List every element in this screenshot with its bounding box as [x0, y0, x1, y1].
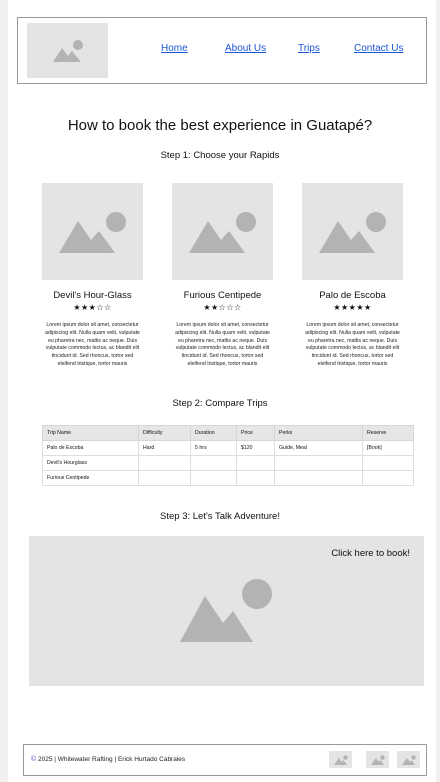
table-cell	[138, 470, 191, 486]
nav-home-link[interactable]: Home	[161, 43, 188, 54]
table-cell	[190, 470, 237, 486]
card-title: Furious Centipede	[183, 290, 262, 301]
nav-about-link[interactable]: About Us	[225, 43, 266, 54]
card-image	[302, 183, 403, 280]
site-header: Home About Us Trips Contact Us	[17, 17, 427, 84]
nav-trips-link[interactable]: Trips	[298, 43, 320, 54]
star-rating: ★★★☆☆	[73, 303, 112, 312]
image-placeholder-icon	[188, 211, 256, 253]
book-link[interactable]: [Book]	[362, 440, 414, 456]
banner-image	[179, 579, 275, 648]
star-rating: ★★☆☆☆	[203, 303, 242, 312]
table-cell: Devil's Hourglass	[42, 455, 139, 471]
column-header: Reserve	[362, 425, 414, 441]
card-image	[172, 183, 273, 280]
table-cell: 5 hrs	[190, 440, 237, 456]
image-placeholder-icon	[318, 211, 386, 253]
social-link[interactable]	[397, 751, 420, 768]
image-placeholder-icon	[58, 211, 126, 253]
table-row: Palo de Escoba Hard 5 hrs $120 Guide, Me…	[42, 440, 414, 456]
column-header: Price	[236, 425, 275, 441]
table-row: Furious Centipede	[42, 470, 414, 486]
table-cell: Guide, Meal	[274, 440, 363, 456]
rapid-card[interactable]: Furious Centipede ★★☆☆☆ Lorem ipsum dolo…	[172, 183, 273, 369]
table-row: Devil's Hourglass	[42, 455, 414, 471]
nav-contact-link[interactable]: Contact Us	[354, 43, 403, 54]
table-cell	[138, 455, 191, 471]
image-placeholder-icon	[370, 754, 385, 765]
site-footer: © 2025 | Whitewater Rafting | Erick Hurt…	[23, 744, 427, 776]
card-image	[42, 183, 143, 280]
rapid-card[interactable]: Palo de Escoba ★★★★★ Lorem ipsum dolor s…	[302, 183, 403, 369]
star-rating: ★★★★★	[333, 303, 372, 312]
card-title: Palo de Escoba	[319, 290, 386, 301]
table-cell	[362, 470, 414, 486]
table-cell	[236, 455, 275, 471]
social-link[interactable]	[329, 751, 352, 768]
table-cell	[362, 455, 414, 471]
card-title: Devil's Hour-Glass	[53, 290, 132, 301]
step-1-title: Step 1: Choose your Rapids	[160, 150, 280, 161]
table-cell	[190, 455, 237, 471]
step-2-title: Step 2: Compare Trips	[172, 398, 268, 409]
footer-credits: 2025 | Whitewater Rafting | Erick Hurtad…	[37, 756, 186, 763]
social-link[interactable]	[366, 751, 389, 768]
image-placeholder-icon	[401, 754, 416, 765]
table-cell	[236, 470, 275, 486]
table-cell	[274, 455, 363, 471]
table-cell	[274, 470, 363, 486]
trips-table: Trip Name Difficulty Duration Price Perk…	[42, 425, 414, 486]
card-description: Lorem ipsum dolor sit amet, consectetur …	[175, 322, 270, 367]
table-cell: $120	[236, 440, 275, 456]
column-header: Duration	[190, 425, 237, 441]
image-placeholder-icon	[180, 579, 272, 642]
card-description: Lorem ipsum dolor sit amet, consectetur …	[305, 322, 400, 367]
table-header-row: Trip Name Difficulty Duration Price Perk…	[42, 425, 414, 441]
card-description: Lorem ipsum dolor sit amet, consectetur …	[45, 322, 140, 367]
image-placeholder-icon	[333, 754, 348, 765]
copyright-icon: ©	[31, 756, 37, 763]
page-title: How to book the best experience in Guata…	[67, 117, 373, 134]
book-now-link[interactable]: Click here to book!	[331, 548, 410, 559]
step-3-title: Step 3: Let's Talk Adventure!	[160, 511, 280, 522]
column-header: Difficulty	[138, 425, 191, 441]
table-cell: Palo de Escoba	[42, 440, 139, 456]
logo[interactable]	[27, 23, 108, 78]
column-header: Trip Name	[42, 425, 139, 441]
copyright-text: © 2025 | Whitewater Rafting | Erick Hurt…	[31, 756, 185, 763]
image-placeholder-icon	[52, 39, 83, 62]
rapid-card[interactable]: Devil's Hour-Glass ★★★☆☆ Lorem ipsum dol…	[42, 183, 143, 369]
column-header: Perks	[274, 425, 363, 441]
table-cell: Hard	[138, 440, 191, 456]
booking-banner[interactable]: Click here to book!	[29, 536, 424, 686]
table-cell: Furious Centipede	[42, 470, 139, 486]
